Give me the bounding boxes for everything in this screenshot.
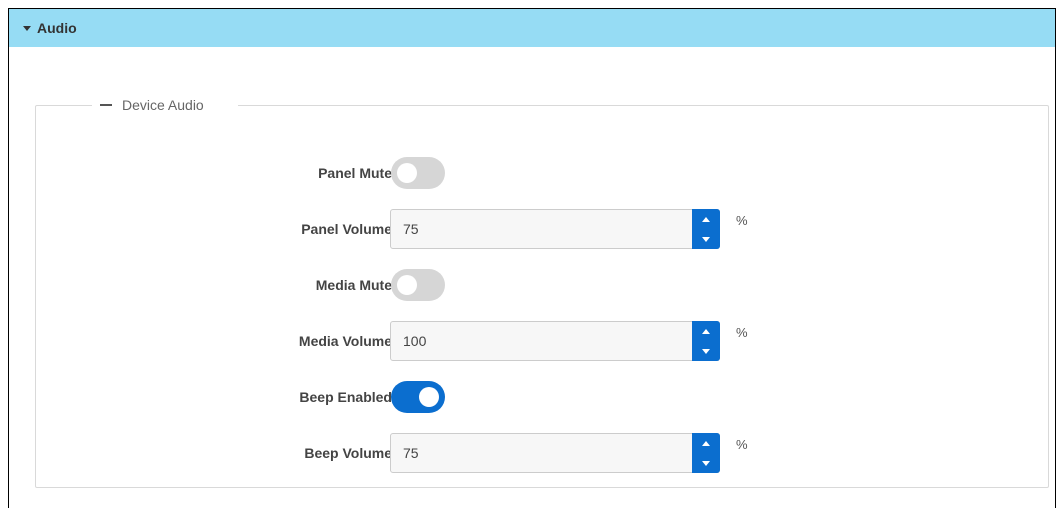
beep-enabled-toggle[interactable] xyxy=(391,381,445,413)
toggle-knob xyxy=(397,163,417,183)
beep-volume-spinner xyxy=(692,433,720,473)
panel-volume-spinner xyxy=(692,209,720,249)
panel-mute-toggle[interactable] xyxy=(391,157,445,189)
device-audio-group: Device Audio Panel Mute Panel Volume 75 … xyxy=(35,97,1050,488)
beep-volume-label: Beep Volume xyxy=(304,445,392,461)
panel-volume-label: Panel Volume xyxy=(301,221,392,237)
media-volume-unit: % xyxy=(736,325,748,340)
beep-volume-increment-button[interactable] xyxy=(692,433,720,453)
beep-enabled-label: Beep Enabled xyxy=(299,389,392,405)
beep-volume-row: Beep Volume 75 % xyxy=(36,433,1050,473)
caret-up-icon xyxy=(702,440,710,446)
panel-volume-input[interactable]: 75 xyxy=(390,209,720,249)
section-title: Audio xyxy=(37,20,77,36)
media-volume-input[interactable]: 100 xyxy=(390,321,720,361)
toggle-knob xyxy=(419,387,439,407)
caret-down-icon xyxy=(23,26,31,31)
caret-up-icon xyxy=(702,328,710,334)
toggle-knob xyxy=(397,275,417,295)
media-volume-value: 100 xyxy=(403,333,427,349)
media-volume-row: Media Volume 100 % xyxy=(36,321,1050,361)
media-volume-label: Media Volume xyxy=(298,333,392,349)
panel-mute-row: Panel Mute xyxy=(36,153,1050,193)
panel-volume-row: Panel Volume 75 % xyxy=(36,209,1050,249)
panel-volume-value: 75 xyxy=(403,221,419,237)
beep-volume-decrement-button[interactable] xyxy=(692,453,720,473)
panel-mute-label: Panel Mute xyxy=(318,165,392,181)
beep-enabled-row: Beep Enabled xyxy=(36,377,1050,417)
caret-down-icon xyxy=(702,348,710,354)
audio-panel: Audio Device Audio Panel Mute Panel Volu… xyxy=(8,8,1056,508)
panel-volume-increment-button[interactable] xyxy=(692,209,720,229)
media-mute-label: Media Mute xyxy=(315,277,392,293)
media-volume-spinner xyxy=(692,321,720,361)
device-audio-group-toggle[interactable]: Device Audio xyxy=(92,97,238,113)
media-volume-decrement-button[interactable] xyxy=(692,341,720,361)
panel-volume-decrement-button[interactable] xyxy=(692,229,720,249)
beep-volume-unit: % xyxy=(736,437,748,452)
caret-down-icon xyxy=(702,460,710,466)
group-title: Device Audio xyxy=(122,97,204,113)
caret-down-icon xyxy=(702,236,710,242)
media-mute-row: Media Mute xyxy=(36,265,1050,305)
media-volume-increment-button[interactable] xyxy=(692,321,720,341)
caret-up-icon xyxy=(702,216,710,222)
minus-icon xyxy=(100,104,112,106)
beep-volume-input[interactable]: 75 xyxy=(390,433,720,473)
panel-volume-unit: % xyxy=(736,213,748,228)
beep-volume-value: 75 xyxy=(403,445,419,461)
audio-section-header[interactable]: Audio xyxy=(9,9,1055,47)
media-mute-toggle[interactable] xyxy=(391,269,445,301)
